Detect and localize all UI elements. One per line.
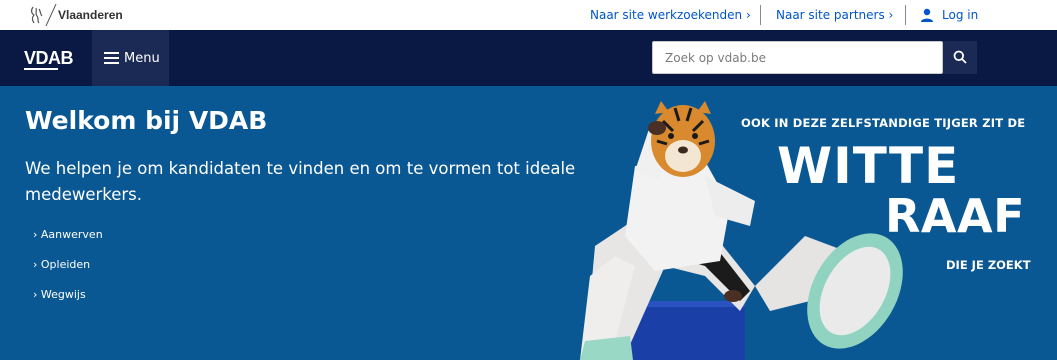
- search-button[interactable]: [943, 41, 977, 74]
- campaign-line-1: OOK IN DEZE ZELFSTANDIGE TIJGER ZIT DE: [741, 116, 1026, 130]
- login-label: Log in: [942, 8, 979, 22]
- campaign-line-2: WITTE: [777, 137, 960, 195]
- campaign-banner[interactable]: OOK IN DEZE ZELFSTANDIGE TIJGER ZIT DE W…: [555, 86, 1057, 360]
- menu-label: Menu: [124, 51, 160, 66]
- aanwerven-link[interactable]: › Aanwerven: [33, 228, 103, 241]
- hero-description: We helpen je om kandidaten te vinden en …: [25, 159, 576, 204]
- hero-section: Welkom bij VDAB We helpen je om kandidat…: [0, 86, 1057, 360]
- hamburger-icon: [104, 52, 119, 64]
- brand-divider: [45, 4, 57, 26]
- vlaanderen-brand[interactable]: Vlaanderen: [58, 8, 123, 22]
- partners-site-link[interactable]: Naar site partners ›: [776, 8, 893, 22]
- vdab-logo-underline: [24, 68, 58, 70]
- user-icon: [921, 8, 933, 22]
- page-title: Welkom bij VDAB: [25, 106, 268, 135]
- campaign-line-4: DIE JE ZOEKT: [946, 258, 1031, 272]
- search-input[interactable]: [652, 41, 943, 74]
- top-divider: [905, 5, 906, 25]
- vdab-logo-text: VDAB: [24, 48, 74, 68]
- top-divider: [760, 5, 761, 25]
- main-navbar: VDAB Menu: [0, 30, 1057, 86]
- flemish-lion-icon[interactable]: [28, 5, 46, 25]
- wegwijs-link[interactable]: › Wegwijs: [33, 288, 86, 301]
- jobseekers-site-link[interactable]: Naar site werkzoekenden ›: [590, 8, 751, 22]
- menu-button[interactable]: Menu: [92, 30, 169, 86]
- vdab-logo[interactable]: VDAB: [24, 48, 74, 70]
- opleiden-link[interactable]: › Opleiden: [33, 258, 90, 271]
- top-utility-bar: Vlaanderen Naar site werkzoekenden › Naa…: [0, 0, 1057, 30]
- campaign-line-3: RAAF: [885, 189, 1026, 243]
- search-icon: [953, 50, 967, 64]
